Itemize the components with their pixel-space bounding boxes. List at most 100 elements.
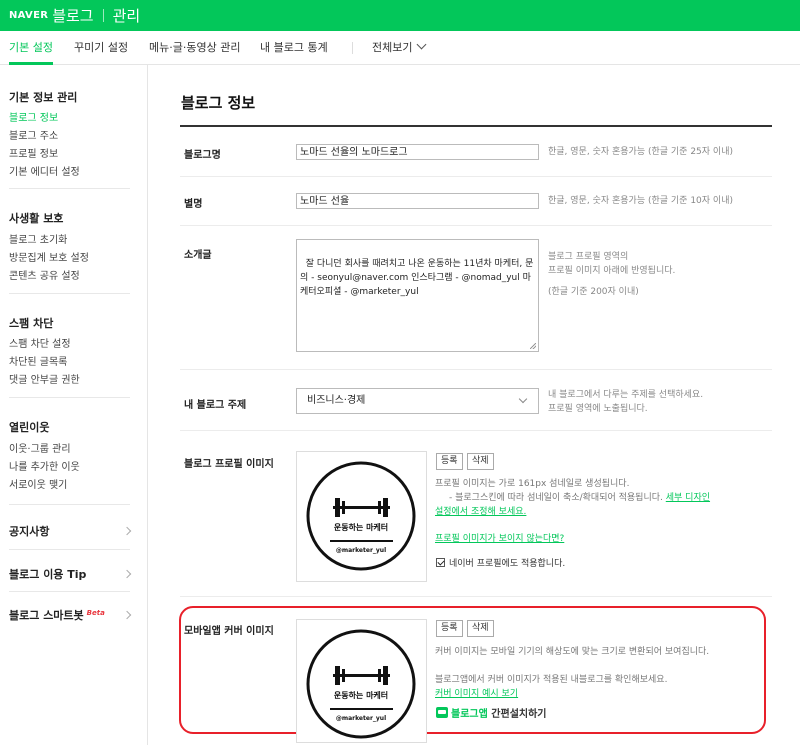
row-divider [180, 369, 772, 370]
topic-select[interactable]: 비즈니스·경제 [296, 388, 539, 414]
blog-app-name: 블로그앱 [451, 709, 488, 720]
sidebar-item-editor-settings[interactable]: 기본 에디터 설정 [9, 163, 80, 178]
tab-view-all-label: 전체보기 [372, 41, 413, 54]
profile-desc-2-text: - 블로그스킨에 따라 섬네일이 축소/확대되어 적용됩니다. [449, 493, 663, 503]
profile-help: 프로필 이미지가 보이지 않는다면? [435, 532, 564, 546]
sidebar-divider [9, 188, 130, 189]
naver-profile-checkbox[interactable] [436, 558, 445, 567]
sidebar-divider [9, 549, 130, 550]
naver-profile-checkbox-row[interactable]: 네이버 프로필에도 적용합니다. [436, 556, 565, 569]
sidebar-item-blog-address[interactable]: 블로그 주소 [9, 127, 58, 142]
sidebar-item-blog-info[interactable]: 블로그 정보 [9, 109, 58, 124]
cover-example-link[interactable]: 커버 이미지 예시 보기 [435, 689, 518, 699]
tab-menu-manage[interactable]: 메뉴·글·동영상 관리 [149, 31, 240, 64]
cover-desc-1: 커버 이미지는 모바일 기기의 해상도에 맞는 크기로 변환되어 보여집니다. [435, 647, 710, 657]
sidebar-divider [9, 397, 130, 398]
topic-hint-1: 내 블로그에서 다루는 주제를 선택하세요. [548, 390, 704, 400]
sidebar-divider [9, 591, 130, 592]
title-divider [180, 125, 772, 127]
nickname-hint: 한글, 영문, 숫자 혼용가능 (한글 기준 10자 이내) [548, 196, 733, 206]
cover-delete-button[interactable]: 삭제 [467, 620, 494, 637]
intro-text: 잘 다니던 회사를 때려치고 나온 운동하는 11년차 마케터, 문의 - se… [300, 259, 534, 297]
nickname-label: 별명 [184, 199, 203, 210]
barbell-logo-icon: 운동하는 마케터 @marketer_yul [306, 461, 416, 571]
sidebar-section-basic: 기본 정보 관리 [9, 91, 78, 104]
resize-handle[interactable] [530, 343, 536, 349]
chevron-right-icon [122, 610, 132, 620]
sidebar: 기본 정보 관리 블로그 정보 블로그 주소 프로필 정보 기본 에디터 설정 … [0, 65, 148, 745]
blog-name-hint: 한글, 영문, 숫자 혼용가능 (한글 기준 25자 이내) [548, 147, 733, 157]
sidebar-divider [9, 504, 130, 505]
row-divider [180, 225, 772, 226]
sidebar-link-notice[interactable]: 공지사항 [9, 523, 49, 539]
sidebar-item-mutual-neighbors[interactable]: 서로이웃 맺기 [9, 476, 67, 491]
sidebar-item-comment-permission[interactable]: 댓글 안부글 권한 [9, 371, 80, 386]
sidebar-item-neighbor-groups[interactable]: 이웃·그룹 관리 [9, 440, 71, 455]
sidebar-item-reset[interactable]: 블로그 초기화 [9, 231, 67, 246]
intro-label: 소개글 [184, 250, 212, 261]
sidebar-link-smartbot[interactable]: 블로그 스마트봇 Beta [9, 607, 105, 623]
profile-delete-button[interactable]: 삭제 [467, 453, 494, 470]
cover-example: 커버 이미지 예시 보기 [435, 687, 518, 701]
profile-desc-2: - 블로그스킨에 따라 섬네일이 축소/확대되어 적용됩니다. 세부 디자인 [449, 491, 710, 505]
sidebar-divider [9, 293, 130, 294]
sidebar-item-spam-settings[interactable]: 스팸 차단 설정 [9, 335, 71, 350]
sidebar-item-profile-info[interactable]: 프로필 정보 [9, 145, 58, 160]
intro-hint-2: 프로필 이미지 아래에 반영됩니다. [548, 266, 676, 276]
blog-app-install-label: 간편설치하기 [491, 709, 547, 720]
cover-desc-2: 블로그앱에서 커버 이미지가 적용된 내블로그를 확인해보세요. [435, 675, 668, 685]
blog-app-install[interactable]: 블로그앱 간편설치하기 [436, 705, 547, 720]
beta-badge: Beta [86, 609, 105, 617]
topic-hint-2: 프로필 영역에 노출됩니다. [548, 404, 648, 414]
sidebar-section-privacy: 사생활 보호 [9, 212, 64, 225]
sidebar-item-blocked-posts[interactable]: 차단된 글목록 [9, 353, 67, 368]
topic-selected-value: 비즈니스·경제 [307, 395, 366, 406]
sidebar-link-tip[interactable]: 블로그 이용 Tip [9, 566, 86, 582]
chevron-right-icon [122, 569, 132, 579]
chevron-down-icon [518, 394, 528, 404]
profile-image-preview: 운동하는 마케터 @marketer_yul [296, 451, 427, 582]
barbell-logo-icon: 운동하는 마케터 @marketer_yul [306, 629, 416, 739]
sidebar-item-followers[interactable]: 나를 추가한 이웃 [9, 458, 80, 473]
nickname-input[interactable]: 노마드 선율 [296, 193, 539, 209]
design-settings-link[interactable]: 세부 디자인 [666, 493, 710, 503]
profile-image-label: 블로그 프로필 이미지 [184, 459, 274, 470]
chevron-right-icon [122, 526, 132, 536]
sidebar-item-content-share[interactable]: 콘텐츠 공유 설정 [9, 267, 80, 282]
naver-logo[interactable]: NAVER [9, 10, 48, 21]
row-divider [180, 596, 772, 597]
blog-name-input[interactable]: 노마드 선율의 노마드로그 [296, 144, 539, 160]
tab-stats[interactable]: 내 블로그 통계 [260, 31, 328, 64]
blog-name-label: 블로그명 [184, 150, 221, 161]
topic-label: 내 블로그 주제 [184, 400, 247, 411]
row-divider [180, 430, 772, 431]
tab-basic-settings[interactable]: 기본 설정 [9, 31, 53, 65]
logo-handle: @marketer_yul [336, 715, 386, 722]
logo-text: 운동하는 마케터 [334, 690, 388, 700]
tab-decorate-settings[interactable]: 꾸미기 설정 [74, 31, 128, 64]
sidebar-item-visit-protect[interactable]: 방문집계 보호 설정 [9, 249, 89, 264]
blog-home-link[interactable]: 블로그 [52, 5, 93, 26]
profile-desc-1: 프로필 이미지는 가로 161px 섬네일로 생성됩니다. [435, 479, 630, 489]
intro-hint-3: (한글 기준 200자 이내) [548, 287, 639, 297]
manage-link[interactable]: 관리 [113, 5, 141, 26]
header-divider [102, 9, 104, 22]
sidebar-section-spam: 스팸 차단 [9, 317, 54, 330]
logo-text: 운동하는 마케터 [334, 522, 388, 532]
tab-view-all[interactable]: 전체보기 [372, 31, 427, 64]
design-settings-link-cont[interactable]: 설정에서 조정해 보세요. [435, 507, 526, 517]
row-divider [180, 176, 772, 177]
profile-register-button[interactable]: 등록 [436, 453, 463, 470]
page-title: 블로그 정보 [181, 94, 256, 112]
cover-image-label: 모바일앱 커버 이미지 [184, 626, 274, 637]
intro-textarea[interactable]: 잘 다니던 회사를 때려치고 나온 운동하는 11년차 마케터, 문의 - se… [296, 239, 539, 352]
profile-desc-3: 설정에서 조정해 보세요. [435, 505, 526, 519]
cover-register-button[interactable]: 등록 [436, 620, 463, 637]
cover-image-preview: 운동하는 마케터 @marketer_yul [296, 619, 427, 743]
profile-help-link[interactable]: 프로필 이미지가 보이지 않는다면? [435, 534, 564, 544]
naver-profile-checkbox-label: 네이버 프로필에도 적용합니다. [449, 559, 566, 569]
sidebar-section-neighbors: 열린이웃 [9, 421, 50, 434]
tab-divider [352, 42, 353, 54]
top-bar: NAVER 블로그 관리 [0, 0, 800, 31]
blog-app-icon [436, 707, 448, 718]
